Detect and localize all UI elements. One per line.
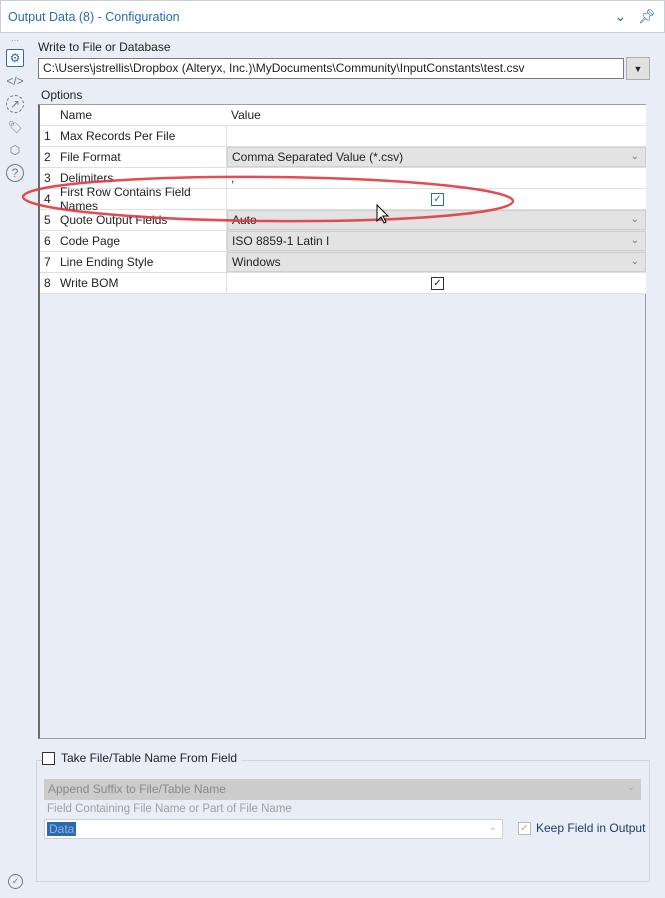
annotation-ellipse (21, 175, 515, 224)
keep-field-label: Keep Field in Output (536, 821, 646, 835)
field-label: Field Containing File Name or Part of Fi… (47, 803, 292, 815)
chevron-down-icon: ⌄ (488, 822, 497, 833)
append-suffix-select[interactable]: Append Suffix to File/Table Name ⌄ (44, 779, 641, 800)
keep-field-checkbox[interactable]: ✓ (518, 821, 531, 835)
field-select[interactable]: Data ⌄ (44, 819, 503, 839)
append-option-text: Append Suffix to File/Table Name (48, 782, 226, 796)
red-ellipse (21, 175, 515, 223)
check-circle-icon: ✓ (8, 874, 23, 889)
chevron-down-icon: ⌄ (626, 782, 635, 793)
field-value: Data (47, 822, 77, 836)
take-name-label: Take File/Table Name From Field (61, 751, 238, 765)
take-name-checkbox[interactable] (42, 751, 55, 765)
